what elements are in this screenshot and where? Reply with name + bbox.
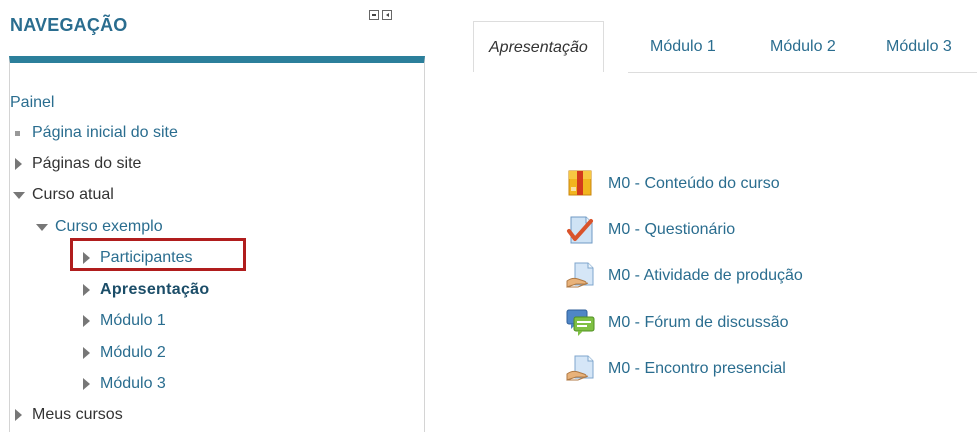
expand-arrow-icon[interactable] <box>80 314 94 328</box>
tree-item-label[interactable]: Módulo 1 <box>100 312 166 329</box>
tree-item-curso-exemplo[interactable]: Curso exemplo <box>35 217 163 237</box>
navigation-block: NAVEGAÇÃO Painel Página inicial do site … <box>0 0 426 432</box>
expand-arrow-icon[interactable] <box>80 283 94 297</box>
activity-label[interactable]: M0 - Questionário <box>608 220 735 240</box>
course-tabs: Apresentação Módulo 1 Módulo 2 Módulo 3 <box>473 21 977 73</box>
bullet-icon <box>12 126 26 140</box>
expand-arrow-icon[interactable] <box>12 157 26 171</box>
tabs-divider <box>628 72 977 73</box>
tree-item-modulo-1[interactable]: Módulo 1 <box>80 311 166 331</box>
activity-atividade-producao[interactable]: M0 - Atividade de produção <box>566 261 803 291</box>
tab-modulo-3[interactable]: Módulo 3 <box>886 21 952 73</box>
tree-item-modulo-3[interactable]: Módulo 3 <box>80 374 166 394</box>
tree-item-paginas-site[interactable]: Páginas do site <box>12 154 141 174</box>
assignment-icon <box>566 261 596 291</box>
activity-forum[interactable]: M0 - Fórum de discussão <box>566 308 789 338</box>
activity-label[interactable]: M0 - Fórum de discussão <box>608 313 789 333</box>
collapse-arrow-icon[interactable] <box>12 188 26 202</box>
tab-apresentacao[interactable]: Apresentação <box>473 21 604 72</box>
activity-conteudo[interactable]: M0 - Conteúdo do curso <box>566 169 780 199</box>
tree-item-modulo-2[interactable]: Módulo 2 <box>80 343 166 363</box>
tree-item-label[interactable]: Páginas do site <box>32 155 141 172</box>
tree-item-label[interactable]: Módulo 3 <box>100 375 166 392</box>
tree-item-label[interactable]: Painel <box>10 94 54 111</box>
activity-encontro[interactable]: M0 - Encontro presencial <box>566 354 786 384</box>
collapse-arrow-icon[interactable] <box>35 220 49 234</box>
tab-modulo-1[interactable]: Módulo 1 <box>650 21 716 73</box>
activity-questionario[interactable]: M0 - Questionário <box>566 215 735 245</box>
tree-item-meus-cursos[interactable]: Meus cursos <box>12 405 123 425</box>
quiz-icon <box>566 215 596 245</box>
package-icon <box>566 169 596 199</box>
highlight-box <box>70 238 246 271</box>
dock-icon[interactable] <box>382 10 392 20</box>
tree-item-label[interactable]: Curso exemplo <box>55 218 163 235</box>
tree-item-pagina-inicial[interactable]: Página inicial do site <box>12 123 178 143</box>
navigation-title: NAVEGAÇÃO <box>10 15 128 35</box>
expand-arrow-icon[interactable] <box>80 377 94 391</box>
tab-modulo-2[interactable]: Módulo 2 <box>770 21 836 73</box>
activity-label[interactable]: M0 - Encontro presencial <box>608 359 786 379</box>
tree-item-apresentacao[interactable]: Apresentação <box>80 280 209 300</box>
tree-item-curso-atual[interactable]: Curso atual <box>12 185 114 205</box>
tree-item-label[interactable]: Meus cursos <box>32 406 123 423</box>
tree-item-label[interactable]: Módulo 2 <box>100 344 166 361</box>
activity-label[interactable]: M0 - Atividade de produção <box>608 266 803 286</box>
block-controls <box>369 10 392 20</box>
expand-arrow-icon[interactable] <box>12 408 26 422</box>
forum-icon <box>566 308 596 338</box>
expand-arrow-icon[interactable] <box>80 346 94 360</box>
tree-item-label[interactable]: Apresentação <box>100 281 209 298</box>
tree-item-label[interactable]: Página inicial do site <box>32 124 178 141</box>
assignment-icon <box>566 354 596 384</box>
minimize-icon[interactable] <box>369 10 379 20</box>
activity-label[interactable]: M0 - Conteúdo do curso <box>608 174 780 194</box>
tree-item-painel[interactable]: Painel <box>10 93 54 113</box>
tree-item-label[interactable]: Curso atual <box>32 186 114 203</box>
